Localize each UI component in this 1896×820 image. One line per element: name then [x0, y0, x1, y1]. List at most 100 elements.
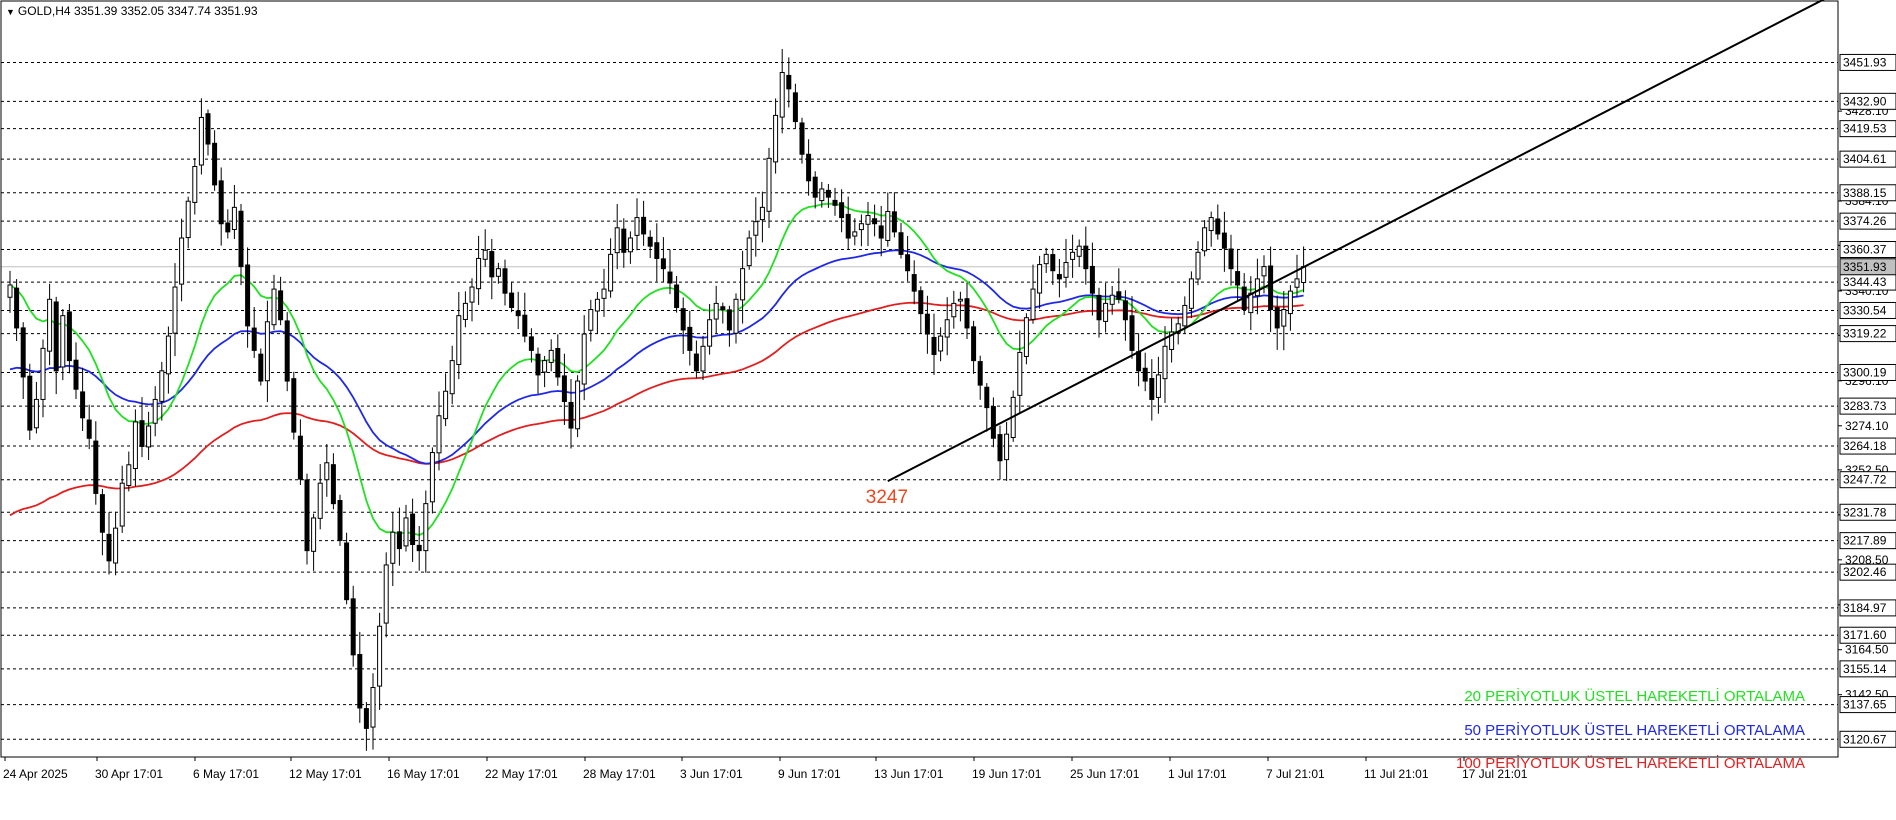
time-tick-label: 9 Jun 17:01	[778, 767, 841, 781]
candle-body	[1122, 300, 1128, 321]
candle-body	[1182, 304, 1188, 327]
candle-body	[621, 228, 627, 253]
candle-body	[951, 302, 957, 318]
level-price-label: 3155.14	[1843, 662, 1887, 676]
candle-body	[330, 464, 336, 505]
candle-body	[284, 320, 290, 382]
low-value: 3347.74	[167, 4, 211, 18]
dropdown-triangle-icon[interactable]: ▼	[6, 7, 15, 17]
candle-body	[1287, 290, 1293, 315]
candle-body	[931, 336, 937, 355]
candle-body	[522, 314, 528, 337]
ema-100-series	[9, 301, 1304, 517]
candle-body	[7, 284, 13, 298]
time-tick-label: 1 Jul 17:01	[1168, 767, 1227, 781]
candle-body	[337, 500, 343, 541]
candle-body	[1188, 278, 1194, 309]
candle-body	[99, 494, 105, 533]
candle-body	[601, 288, 607, 299]
candle-body	[680, 308, 686, 331]
level-price-label: 3202.46	[1843, 565, 1887, 579]
candle-body	[1103, 302, 1109, 322]
candle-body	[997, 434, 1003, 462]
candlesticks	[7, 49, 1307, 751]
candle-body	[845, 213, 851, 239]
candle-body	[766, 157, 772, 212]
candle-body	[192, 166, 198, 203]
candle-body	[568, 401, 574, 429]
candle-body	[212, 142, 218, 186]
candle-body	[891, 211, 897, 233]
candle-body	[172, 286, 178, 334]
candle-body	[575, 380, 581, 430]
candle-body	[1017, 351, 1023, 396]
candle-body	[1063, 262, 1069, 278]
candle-body	[377, 625, 383, 687]
candle-body	[1142, 367, 1148, 382]
candle-body	[786, 74, 792, 90]
level-price-label: 3247.72	[1843, 473, 1887, 487]
candle-body	[1281, 309, 1287, 327]
candle-body	[740, 268, 746, 301]
level-price-label: 3374.26	[1843, 214, 1887, 228]
candle-body	[1056, 274, 1062, 280]
candle-body	[852, 231, 858, 237]
candle-body	[1155, 374, 1161, 398]
symbol-label: GOLD,H4	[17, 4, 71, 18]
price-axis: 3428.103384.103362.403340.103318.403296.…	[1838, 53, 1896, 748]
level-price-label: 3264.18	[1843, 439, 1887, 453]
price-tick-label: 3274.10	[1845, 419, 1889, 433]
candle-body	[205, 113, 211, 145]
candle-body	[33, 398, 39, 429]
candle-body	[132, 421, 138, 470]
level-price-label: 3120.67	[1843, 732, 1887, 746]
candle-body	[614, 227, 620, 254]
time-tick-label: 3 Jun 17:01	[680, 767, 743, 781]
candle-body	[799, 122, 805, 155]
candle-body	[990, 406, 996, 439]
candle-body	[700, 345, 706, 372]
candle-body	[251, 327, 257, 351]
level-price-label: 3419.53	[1843, 122, 1887, 136]
time-tick-label: 13 Jun 17:01	[874, 767, 944, 781]
legend-ema-50: 50 PERİYOTLUK ÜSTEL HAREKETLİ ORTALAMA	[1464, 722, 1805, 739]
time-tick-label: 6 May 17:01	[193, 767, 259, 781]
candle-body	[641, 216, 647, 235]
candle-body	[410, 513, 416, 546]
candle-body	[792, 92, 798, 123]
plot-border	[0, 0, 1839, 758]
candle-body	[238, 210, 244, 268]
candle-body	[1070, 251, 1076, 260]
candle-body	[363, 708, 369, 729]
candle-body	[113, 527, 119, 564]
candle-body	[806, 153, 812, 182]
candle-body	[456, 315, 462, 366]
candle-body	[86, 419, 92, 439]
candle-body	[627, 237, 633, 253]
low-annotation: 3247	[865, 487, 909, 509]
candle-body	[819, 188, 825, 202]
level-price-label: 3330.54	[1843, 303, 1887, 317]
candle-body	[231, 206, 237, 230]
support-trendline[interactable]	[887, 0, 1838, 483]
symbol-header: ▼ GOLD,H4 3351.39 3352.05 3347.74 3351.93	[6, 4, 258, 18]
candle-body	[977, 361, 983, 386]
candle-body	[720, 306, 726, 311]
candle-body	[311, 517, 317, 552]
candle-body	[535, 353, 541, 376]
candle-body	[198, 116, 204, 166]
candle-body	[482, 249, 488, 260]
candle-body	[423, 503, 429, 552]
candle-body	[436, 415, 442, 454]
candle-body	[898, 232, 904, 255]
candle-body	[759, 206, 765, 221]
candle-body	[357, 654, 363, 709]
high-value: 3352.05	[120, 4, 165, 18]
candle-body	[429, 452, 435, 503]
candle-body	[581, 333, 587, 385]
candle-body	[1109, 294, 1115, 305]
candle-body	[126, 464, 132, 486]
candle-body	[278, 290, 284, 321]
candle-body	[1221, 232, 1227, 249]
candle-body	[773, 114, 779, 163]
